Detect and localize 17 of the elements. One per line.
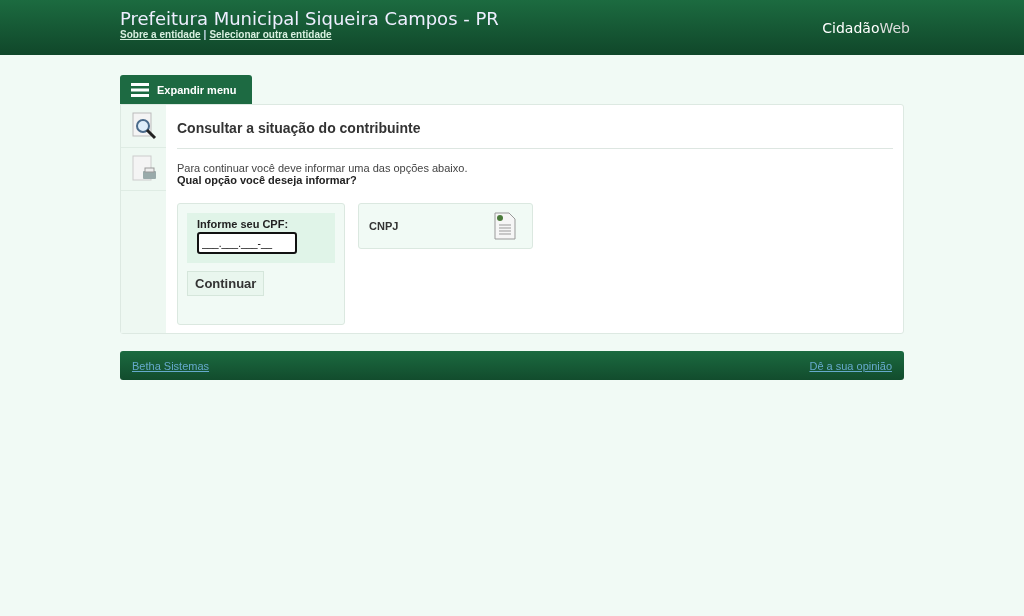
document-search-icon[interactable] [130, 112, 157, 140]
question-text: Qual opção você deseja informar? [177, 174, 358, 186]
cpf-input[interactable]: ___.___.___-__ [197, 232, 297, 254]
about-link[interactable]: Sobre a entidade [120, 29, 201, 40]
cnpj-label: CNPJ [369, 220, 399, 232]
cnpj-option[interactable]: CNPJ [358, 203, 533, 249]
document-icon [494, 212, 516, 240]
logo: CidadãoWeb [822, 20, 910, 36]
expand-menu-button[interactable]: Expandir menu [120, 75, 253, 104]
menu-icon [131, 82, 149, 97]
page-title: Consultar a situação do contribuinte [177, 105, 893, 149]
site-title: Prefeitura Municipal Siqueira Campos - PR [120, 8, 499, 29]
continue-button[interactable]: Continuar [187, 271, 265, 296]
cpf-label: Informe seu CPF: [197, 218, 290, 230]
select-entity-link[interactable]: Selecionar outra entidade [209, 29, 332, 40]
instruction-text: Para continuar você deve informar uma das opções abaixo. [177, 162, 469, 174]
separator-text: | [203, 29, 207, 40]
